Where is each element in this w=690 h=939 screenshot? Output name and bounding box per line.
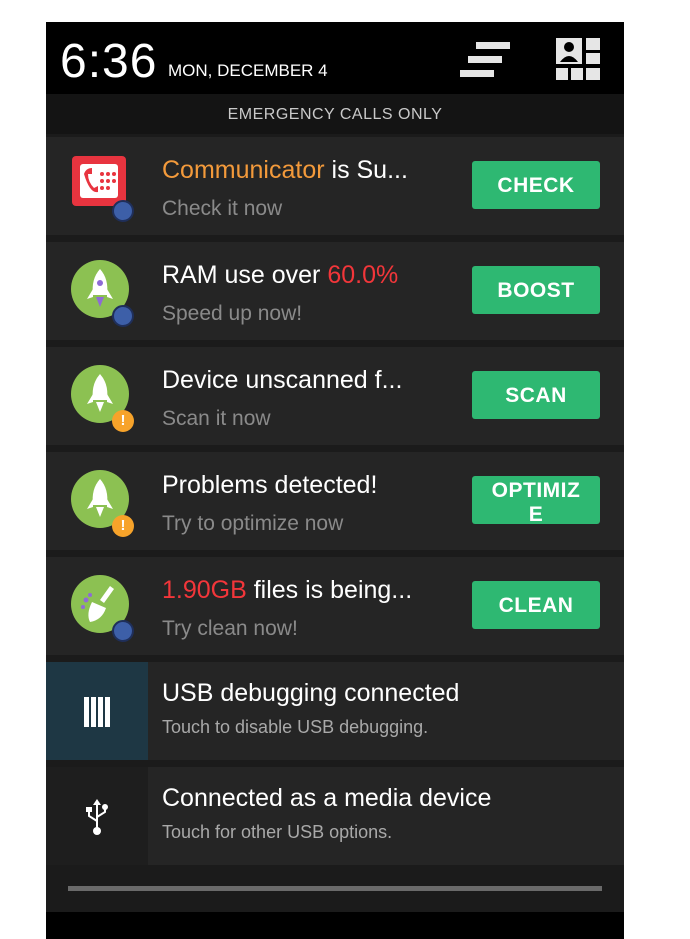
notification-subtitle: Speed up now! xyxy=(162,302,303,325)
clean-button[interactable]: CLEAN xyxy=(472,581,600,629)
usb-debug-icon xyxy=(84,697,110,727)
notification-title: USB debugging connected xyxy=(162,679,460,707)
boost-button[interactable]: BOOST xyxy=(472,266,600,314)
notification-subtitle: Scan it now xyxy=(162,407,271,430)
date: MON, DECEMBER 4 xyxy=(168,61,328,80)
clock: 6:36 xyxy=(60,35,158,88)
shield-icon xyxy=(112,620,134,642)
warning-icon: ! xyxy=(112,410,134,432)
notification-title: Problems detected! xyxy=(162,471,378,499)
notification-usb-media[interactable]: Connected as a media device Touch for ot… xyxy=(46,767,624,865)
notification-title: RAM use over 60.0% xyxy=(162,261,399,289)
notification-communicator[interactable]: Communicator is Su... Check it now CHECK xyxy=(46,137,624,235)
profile-grid-icon[interactable] xyxy=(556,38,602,82)
notification-title: 1.90GB files is being... xyxy=(162,576,413,604)
notification-shade: 6:36 MON, DECEMBER 4 EMERGENCY CALLS ONL… xyxy=(46,22,624,939)
notification-title: Communicator is Su... xyxy=(162,156,408,184)
usb-icon xyxy=(86,799,108,835)
notification-problems[interactable]: ! Problems detected! Try to optimize now… xyxy=(46,452,624,550)
notification-subtitle: Check it now xyxy=(162,197,283,220)
warning-icon: ! xyxy=(112,515,134,537)
usb-debug-icon-area xyxy=(46,662,148,760)
optimize-button[interactable]: OPTIMIZE xyxy=(472,476,600,524)
carrier-status: EMERGENCY CALLS ONLY xyxy=(46,94,624,134)
status-bar-header: 6:36 MON, DECEMBER 4 xyxy=(46,22,624,94)
navigation-bar xyxy=(46,912,624,939)
scan-button[interactable]: SCAN xyxy=(472,371,600,419)
check-button[interactable]: CHECK xyxy=(472,161,600,209)
notification-subtitle: Touch for other USB options. xyxy=(162,822,393,842)
notification-usb-debugging[interactable]: USB debugging connected Touch to disable… xyxy=(46,662,624,760)
notification-subtitle: Touch to disable USB debugging. xyxy=(162,717,429,737)
notification-title: Device unscanned f... xyxy=(162,366,403,394)
quick-settings-icon[interactable] xyxy=(456,40,512,80)
notification-title: Connected as a media device xyxy=(162,784,492,812)
shield-icon xyxy=(112,305,134,327)
notification-subtitle: Try to optimize now xyxy=(162,512,344,535)
notification-clean[interactable]: 1.90GB files is being... Try clean now! … xyxy=(46,557,624,655)
notification-subtitle: Try clean now! xyxy=(162,617,298,640)
notification-ram[interactable]: RAM use over 60.0% Speed up now! BOOST xyxy=(46,242,624,340)
notification-scan[interactable]: ! Device unscanned f... Scan it now SCAN xyxy=(46,347,624,445)
shade-drag-handle[interactable] xyxy=(68,886,602,891)
shield-icon xyxy=(112,200,134,222)
usb-icon-area xyxy=(46,767,148,865)
